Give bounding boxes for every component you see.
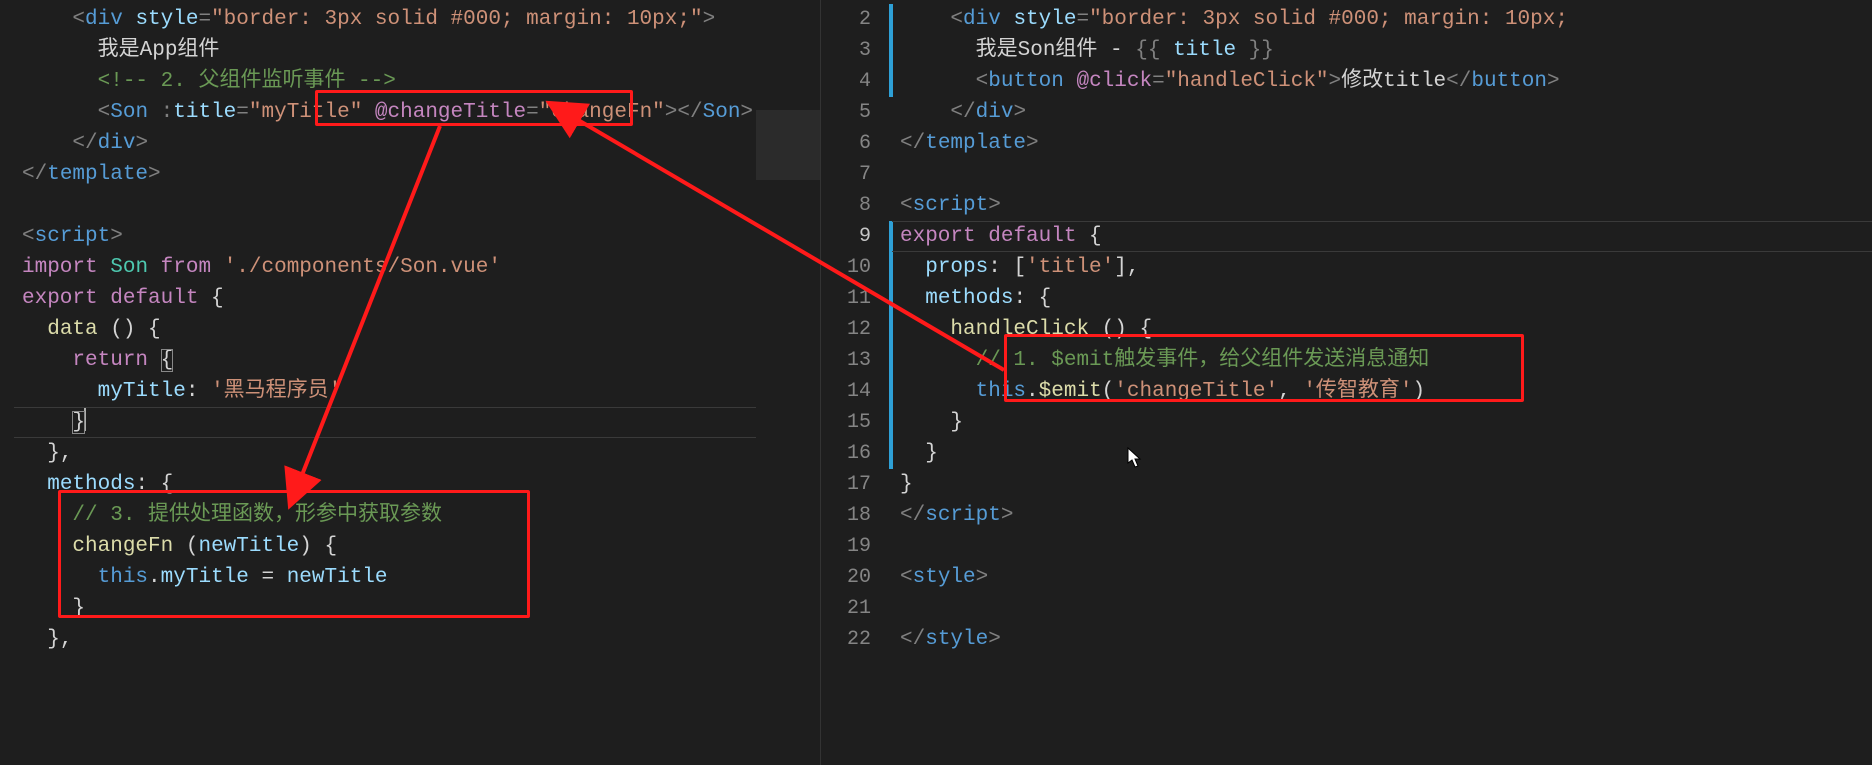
line-number: 2 — [821, 4, 871, 35]
code-line[interactable]: import Son from './components/Son.vue' — [22, 252, 756, 283]
code-line[interactable]: <script> — [900, 190, 1872, 221]
line-number: 10 — [821, 252, 871, 283]
code-line[interactable]: // 3. 提供处理函数，形参中获取参数 — [22, 500, 756, 531]
code-line[interactable]: }, — [22, 624, 756, 655]
code-line[interactable]: } — [900, 469, 1872, 500]
code-line[interactable]: </template> — [900, 128, 1872, 159]
line-number: 11 — [821, 283, 871, 314]
code-line[interactable]: changeFn (newTitle) { — [22, 531, 756, 562]
code-line[interactable] — [22, 190, 756, 221]
line-number: 8 — [821, 190, 871, 221]
code-line[interactable]: <div style="border: 3px solid #000; marg… — [900, 4, 1872, 35]
code-line[interactable]: </style> — [900, 624, 1872, 655]
line-number: 21 — [821, 593, 871, 624]
code-line[interactable]: <div style="border: 3px solid #000; marg… — [22, 4, 756, 35]
code-line[interactable]: data () { — [22, 314, 756, 345]
code-line[interactable]: <script> — [22, 221, 756, 252]
line-number: 15 — [821, 407, 871, 438]
code-line[interactable]: </div> — [22, 128, 756, 159]
line-number: 6 — [821, 128, 871, 159]
line-number: 4 — [821, 66, 871, 97]
line-number: 19 — [821, 531, 871, 562]
code-line[interactable]: export default { — [22, 283, 756, 314]
line-number-gutter: 2345678910111213141516171819202122 — [821, 0, 889, 765]
code-line[interactable]: </script> — [900, 500, 1872, 531]
code-line[interactable]: } — [22, 593, 756, 624]
code-line[interactable] — [900, 531, 1872, 562]
code-line[interactable]: // 1. $emit触发事件，给父组件发送消息通知 — [900, 345, 1872, 376]
line-number: 9 — [821, 221, 871, 252]
line-number: 17 — [821, 469, 871, 500]
code-line[interactable]: props: ['title'], — [900, 252, 1872, 283]
line-number: 3 — [821, 35, 871, 66]
code-line[interactable]: handleClick () { — [900, 314, 1872, 345]
editor-pane-right[interactable]: 2345678910111213141516171819202122 <div … — [820, 0, 1872, 765]
code-line[interactable]: } — [22, 407, 756, 438]
editor-split-view: <div style="border: 3px solid #000; marg… — [0, 0, 1872, 765]
code-line[interactable]: export default { — [900, 221, 1872, 252]
line-number: 13 — [821, 345, 871, 376]
code-line[interactable]: return { — [22, 345, 756, 376]
code-line[interactable]: <button @click="handleClick">修改title</bu… — [900, 66, 1872, 97]
line-number: 12 — [821, 314, 871, 345]
code-line[interactable]: <Son :title="myTitle" @changeTitle="chan… — [22, 97, 756, 128]
minimap-left[interactable] — [756, 0, 820, 765]
code-area-right[interactable]: <div style="border: 3px solid #000; marg… — [894, 0, 1872, 765]
code-line[interactable]: </template> — [22, 159, 756, 190]
code-line[interactable]: this.$emit('changeTitle', '传智教育') — [900, 376, 1872, 407]
code-line[interactable]: methods: { — [22, 469, 756, 500]
code-area-left[interactable]: <div style="border: 3px solid #000; marg… — [0, 0, 756, 765]
code-line[interactable]: 我是Son组件 - {{ title }} — [900, 35, 1872, 66]
code-line[interactable]: </div> — [900, 97, 1872, 128]
code-line[interactable]: }, — [22, 438, 756, 469]
line-number: 5 — [821, 97, 871, 128]
editor-pane-left[interactable]: <div style="border: 3px solid #000; marg… — [0, 0, 820, 765]
code-line[interactable]: 我是App组件 — [22, 35, 756, 66]
code-line[interactable]: methods: { — [900, 283, 1872, 314]
code-line[interactable]: <style> — [900, 562, 1872, 593]
code-line[interactable]: } — [900, 438, 1872, 469]
code-line[interactable] — [900, 159, 1872, 190]
code-line[interactable]: } — [900, 407, 1872, 438]
line-number: 18 — [821, 500, 871, 531]
line-number: 20 — [821, 562, 871, 593]
line-number: 22 — [821, 624, 871, 655]
code-line[interactable]: <!-- 2. 父组件监听事件 --> — [22, 66, 756, 97]
code-line[interactable]: myTitle: '黑马程序员' — [22, 376, 756, 407]
line-number: 14 — [821, 376, 871, 407]
line-number: 7 — [821, 159, 871, 190]
code-line[interactable] — [900, 593, 1872, 624]
line-number: 16 — [821, 438, 871, 469]
code-line[interactable]: this.myTitle = newTitle — [22, 562, 756, 593]
